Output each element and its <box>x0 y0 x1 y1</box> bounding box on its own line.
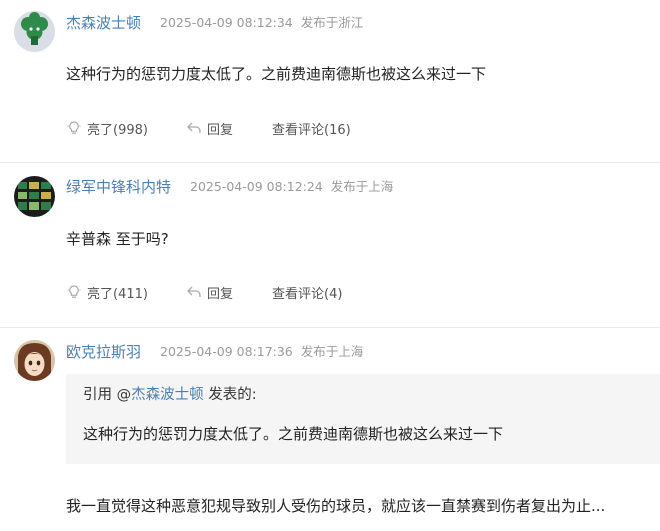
avatar[interactable] <box>14 11 55 52</box>
quote-prefix: 引用 @ <box>83 387 132 403</box>
comment-meta: 2025-04-09 08:12:34 发布于浙江 <box>160 13 363 33</box>
lightbulb-icon <box>66 284 82 300</box>
location: 发布于上海 <box>330 179 394 194</box>
quoted-username[interactable]: 杰森波士顿 <box>131 387 204 403</box>
quote-header: 引用 @杰森波士顿 发表的: <box>83 384 257 406</box>
view-replies-button[interactable]: 查看评论(16) <box>272 118 351 138</box>
view-replies-label: 查看评论(16) <box>272 122 351 138</box>
comment-text: 辛普森 至于吗? <box>66 230 169 248</box>
like-button[interactable]: 亮了(998) <box>66 118 148 138</box>
reply-button[interactable]: 回复 <box>186 118 233 138</box>
comment-meta: 2025-04-09 08:17:36 发布于上海 <box>160 342 363 362</box>
avatar[interactable] <box>14 176 55 217</box>
reply-arrow-icon <box>186 120 202 136</box>
timestamp: 2025-04-09 08:17:36 <box>160 344 293 359</box>
location: 发布于浙江 <box>300 15 364 30</box>
quote-suffix: 发表的: <box>203 387 257 403</box>
like-count: 亮了(998) <box>87 122 148 138</box>
like-button[interactable]: 亮了(411) <box>66 282 148 302</box>
username[interactable]: 欧克拉斯羽 <box>66 342 141 362</box>
reply-button[interactable]: 回复 <box>186 282 233 302</box>
lightbulb-icon <box>66 120 82 136</box>
divider <box>0 327 660 328</box>
reply-label: 回复 <box>207 122 234 138</box>
quote-block: 引用 @杰森波士顿 发表的: 这种行为的惩罚力度太低了。之前费迪南德斯也被这么来… <box>66 374 660 464</box>
avatar[interactable] <box>14 340 55 381</box>
quote-text: 这种行为的惩罚力度太低了。之前费迪南德斯也被这么来过一下 <box>83 425 504 443</box>
reply-arrow-icon <box>186 284 202 300</box>
view-replies-label: 查看评论(4) <box>272 286 343 302</box>
divider <box>0 162 660 163</box>
comment-meta: 2025-04-09 08:12:24 发布于上海 <box>190 177 393 197</box>
location: 发布于上海 <box>300 344 364 359</box>
username[interactable]: 绿军中锋科内特 <box>66 177 171 197</box>
reply-label: 回复 <box>207 286 234 302</box>
comment-text: 我一直觉得这种恶意犯规导致别人受伤的球员，就应该一直禁赛到伤者复出为止... <box>66 497 606 515</box>
comment-text: 这种行为的惩罚力度太低了。之前费迪南德斯也被这么来过一下 <box>66 65 487 83</box>
timestamp: 2025-04-09 08:12:34 <box>160 15 293 30</box>
view-replies-button[interactable]: 查看评论(4) <box>272 282 342 302</box>
like-count: 亮了(411) <box>87 286 148 302</box>
timestamp: 2025-04-09 08:12:24 <box>190 179 323 194</box>
username[interactable]: 杰森波士顿 <box>66 13 141 33</box>
